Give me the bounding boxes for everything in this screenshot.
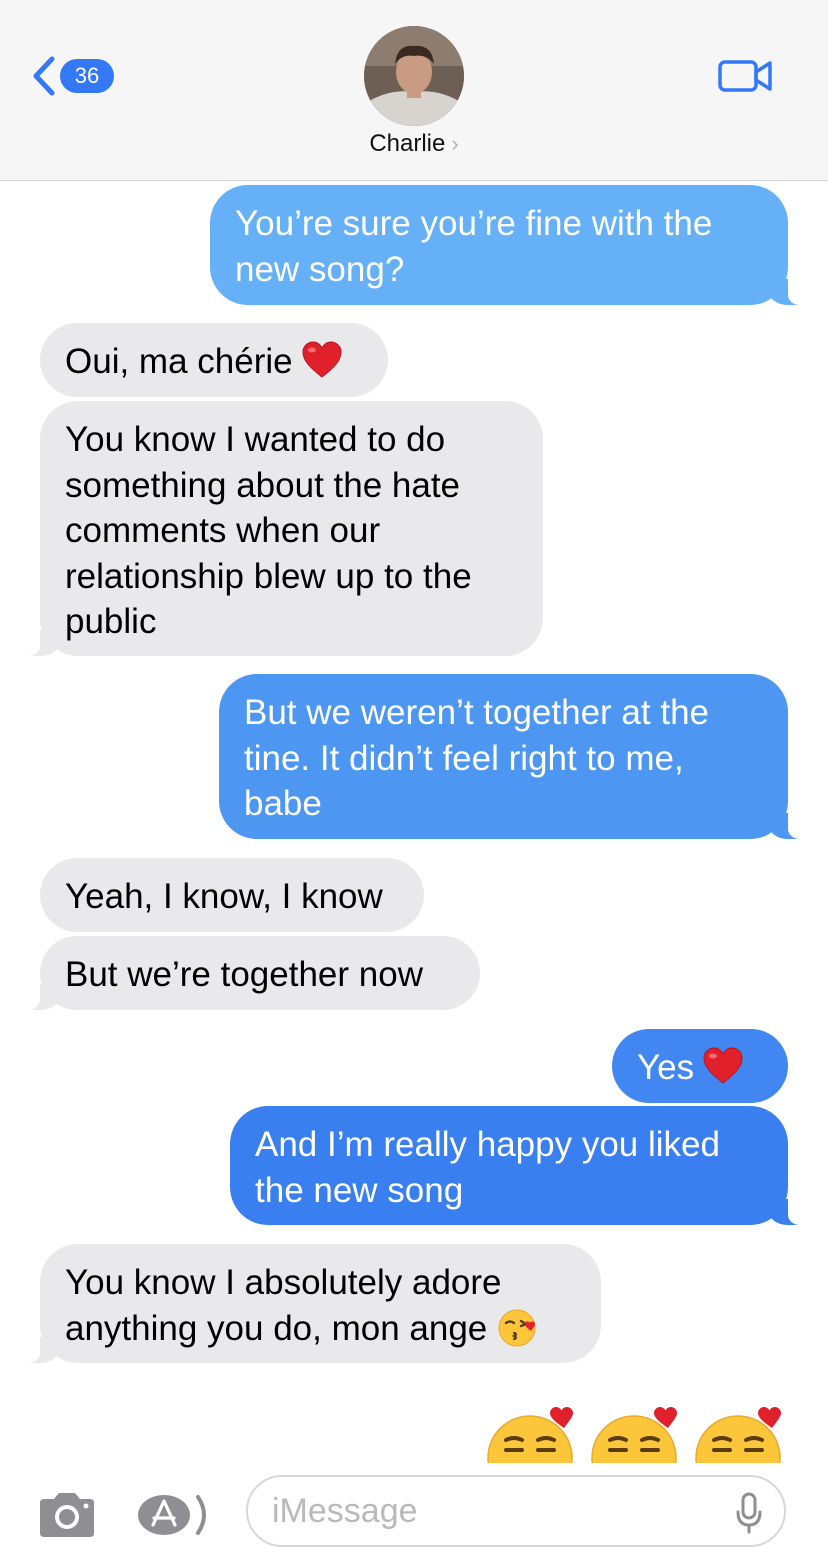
- message-line: You know I wanted to do: [65, 420, 446, 459]
- composer-bar: [0, 1463, 828, 1552]
- emoji-reaction-preview: [484, 1406, 580, 1501]
- message-line: anything you do, mon ange: [65, 1308, 488, 1348]
- message-line: relationship blew up to the: [65, 556, 472, 596]
- message-line: And I’m really happy you liked: [255, 1125, 720, 1164]
- message-bubble-outgoing[interactable]: And I’m really happy you liked the new s…: [230, 1106, 810, 1225]
- app-store-button[interactable]: [136, 1491, 214, 1544]
- message-line: comments when our: [65, 511, 381, 550]
- message-bubble-incoming[interactable]: You know I wanted to do something about …: [18, 401, 543, 656]
- camera-button[interactable]: [36, 1491, 98, 1544]
- red-heart-icon: [301, 341, 343, 391]
- video-call-button[interactable]: [718, 58, 774, 99]
- message-bubble-outgoing[interactable]: You’re sure you’re fine with the new son…: [210, 185, 810, 305]
- message-line: babe: [244, 784, 322, 823]
- message-line: new song?: [235, 249, 405, 289]
- chevron-right-icon: ›: [451, 131, 459, 156]
- message-line: But we weren’t together at the: [244, 693, 709, 732]
- message-line: something about the hate: [65, 465, 461, 505]
- message-line: You’re sure you’re fine with the: [235, 204, 713, 243]
- message-bubble-outgoing[interactable]: But we weren’t together at the tine. It …: [219, 674, 810, 839]
- avatar[interactable]: [364, 26, 464, 126]
- message-bubble-incoming[interactable]: But we’re together now: [18, 936, 480, 1010]
- message-bubble-outgoing[interactable]: Yes: [612, 1029, 788, 1103]
- chevron-left-icon: [33, 56, 55, 96]
- contact-name-label: Charlie: [369, 130, 446, 157]
- message-line: the new song: [255, 1170, 464, 1210]
- contact-name[interactable]: Charlie ›: [0, 130, 828, 158]
- smiling-face-with-hearts-icon: [591, 1407, 677, 1501]
- app-store-icon: [138, 1495, 206, 1535]
- messages-screen: 36 Charlie › You’re sure you’re fine with…: [0, 0, 828, 1552]
- message-line: tine. It didn’t feel right to me,: [244, 738, 684, 778]
- message-bubble-incoming[interactable]: Oui, ma chérie: [40, 323, 388, 397]
- emoji-reaction-preview: [692, 1406, 788, 1501]
- unread-count-badge: 36: [60, 59, 114, 93]
- emoji-reaction-preview: [588, 1406, 684, 1501]
- message-line: Oui, ma chérie: [65, 342, 293, 381]
- red-heart-icon: [702, 1047, 744, 1097]
- message-bubble-incoming[interactable]: Yeah, I know, I know: [40, 858, 424, 932]
- message-line: public: [65, 602, 157, 641]
- camera-icon: [40, 1493, 94, 1537]
- video-camera-icon: [718, 60, 772, 92]
- message-line: You know I absolutely adore: [65, 1263, 502, 1302]
- message-input[interactable]: [272, 1487, 712, 1535]
- message-input-container[interactable]: [246, 1475, 786, 1547]
- smiling-face-with-hearts-icon: [487, 1407, 573, 1501]
- conversation-header: 36 Charlie ›: [0, 0, 828, 181]
- back-button[interactable]: 36: [30, 55, 114, 97]
- message-bubble-incoming[interactable]: You know I absolutely adore anything you…: [18, 1244, 601, 1363]
- microphone-button[interactable]: [736, 1492, 762, 1539]
- message-line: But we’re together now: [65, 955, 423, 994]
- kissing-face-icon: [497, 1306, 539, 1360]
- microphone-icon: [736, 1492, 762, 1534]
- message-line: Yes: [637, 1048, 695, 1087]
- smiling-face-with-hearts-icon: [695, 1407, 781, 1501]
- message-line: Yeah, I know, I know: [65, 877, 383, 916]
